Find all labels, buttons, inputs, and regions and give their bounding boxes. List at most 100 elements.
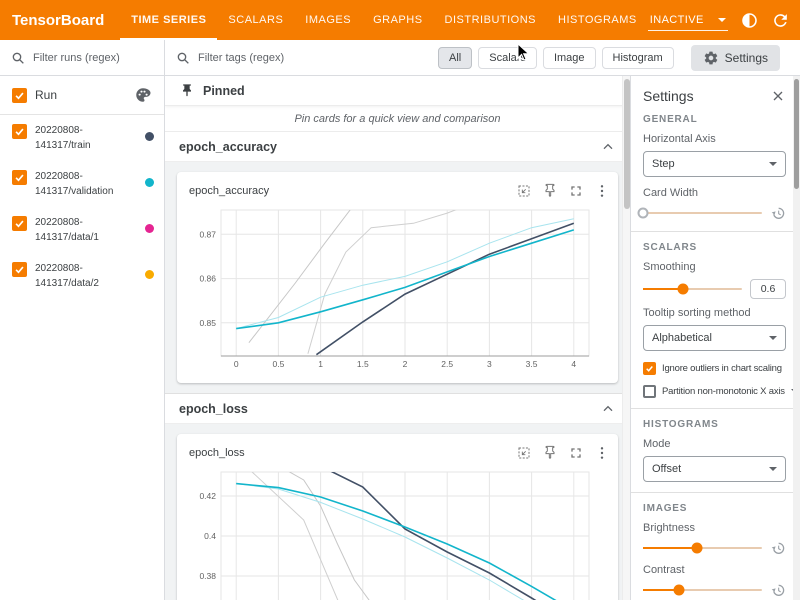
search-icon — [10, 50, 26, 66]
smoothing-value-input[interactable]: 0.6 — [750, 279, 786, 299]
chevron-down-icon — [769, 162, 777, 166]
settings-scalars-heading: SCALARS — [643, 242, 786, 253]
contrast-slider[interactable] — [643, 583, 762, 597]
horizontal-axis-select[interactable]: Step — [643, 151, 786, 177]
card-title: epoch_accuracy — [185, 185, 269, 197]
partition-x-axis-label: Partition non-monotonic X axis — [662, 386, 785, 397]
card-title: epoch_loss — [185, 447, 245, 459]
partition-x-axis-row[interactable]: Partition non-monotonic X axis — [643, 384, 786, 398]
settings-scrollbar[interactable] — [793, 76, 800, 600]
card-width-label: Card Width — [643, 187, 786, 199]
settings-histograms-heading: HISTOGRAMS — [643, 419, 786, 430]
svg-text:4: 4 — [571, 359, 576, 369]
scalar-card-epoch-loss: epoch_loss — [177, 434, 618, 600]
close-icon[interactable] — [770, 88, 786, 104]
histogram-mode-select[interactable]: Offset — [643, 456, 786, 482]
pin-outline-icon[interactable] — [542, 183, 558, 199]
chevron-up-icon[interactable] — [600, 139, 616, 155]
pin-outline-icon[interactable] — [542, 445, 558, 461]
svg-text:3.5: 3.5 — [526, 359, 538, 369]
scalar-card-epoch-accuracy: epoch_accuracy — [177, 172, 618, 383]
gear-icon — [703, 50, 719, 66]
pinned-title: Pinned — [203, 84, 245, 98]
svg-text:0.86: 0.86 — [199, 274, 216, 284]
run-color-dot — [145, 270, 154, 279]
section-header-epoch-accuracy[interactable]: epoch_accuracy — [165, 132, 630, 162]
select-all-checkbox[interactable] — [12, 88, 27, 103]
chip-histogram[interactable]: Histogram — [602, 47, 674, 69]
palette-icon[interactable] — [134, 86, 152, 104]
settings-panel: Settings GENERAL Horizontal Axis Step Ca… — [630, 76, 800, 600]
card-header: epoch_accuracy — [185, 178, 610, 204]
section-body-epoch-loss: epoch_loss — [165, 424, 630, 600]
partition-x-axis-checkbox[interactable] — [643, 385, 656, 398]
runs-filter-placeholder: Filter runs (regex) — [33, 52, 120, 64]
reset-icon[interactable] — [770, 582, 786, 598]
fullscreen-icon[interactable] — [568, 445, 584, 461]
brightness-label: Brightness — [643, 522, 786, 534]
line-chart-epoch-loss[interactable]: 00.511.522.533.540.360.380.40.42 — [185, 466, 601, 600]
pin-icon — [179, 83, 195, 99]
tab-scalars[interactable]: SCALARS — [217, 0, 294, 40]
histogram-mode-value: Offset — [652, 463, 681, 475]
run-row-train[interactable]: 20220808-141317/train — [0, 115, 164, 161]
smoothing-label: Smoothing — [643, 261, 786, 273]
runs-sidebar: Run 20220808-141317/train 20220808-14131… — [0, 76, 165, 600]
refresh-icon[interactable] — [771, 11, 790, 30]
section-body-epoch-accuracy: epoch_accuracy — [165, 162, 630, 394]
svg-text:1.5: 1.5 — [357, 359, 369, 369]
histogram-mode-label: Mode — [643, 438, 786, 450]
ignore-outliers-row[interactable]: Ignore outliers in chart scaling — [643, 361, 786, 375]
tab-images[interactable]: IMAGES — [294, 0, 362, 40]
fit-to-domain-icon[interactable] — [516, 183, 532, 199]
tab-graphs[interactable]: GRAPHS — [362, 0, 433, 40]
runs-select-all-row[interactable]: Run — [0, 76, 164, 115]
svg-text:0.4: 0.4 — [204, 531, 216, 541]
tags-filter-placeholder: Filter tags (regex) — [198, 52, 284, 64]
chip-scalars[interactable]: Scalars — [478, 47, 537, 69]
tab-histograms[interactable]: HISTOGRAMS — [547, 0, 648, 40]
theme-toggle-icon[interactable] — [740, 11, 759, 30]
app-header: TensorBoard TIME SERIES SCALARS IMAGES G… — [0, 0, 800, 40]
more-options-icon[interactable] — [594, 445, 610, 461]
fullscreen-icon[interactable] — [568, 183, 584, 199]
reset-icon[interactable] — [770, 540, 786, 556]
ignore-outliers-checkbox[interactable] — [643, 362, 656, 375]
tab-distributions[interactable]: DISTRIBUTIONS — [434, 0, 547, 40]
run-row-validation[interactable]: 20220808-141317/validation — [0, 161, 164, 207]
run-color-dot — [145, 224, 154, 233]
line-chart-epoch-accuracy[interactable]: 00.511.522.533.540.850.860.87 — [185, 204, 601, 372]
run-checkbox[interactable] — [12, 216, 27, 231]
settings-button-label: Settings — [725, 51, 768, 65]
run-checkbox[interactable] — [12, 124, 27, 139]
reload-status-value: INACTIVE — [650, 14, 704, 26]
chip-all[interactable]: All — [438, 47, 472, 69]
svg-text:0.38: 0.38 — [199, 571, 216, 581]
chevron-down-icon — [769, 467, 777, 471]
main-scrollbar[interactable] — [622, 76, 630, 600]
svg-text:2.5: 2.5 — [441, 359, 453, 369]
svg-text:3: 3 — [487, 359, 492, 369]
run-name: 20220808-141317/validation — [35, 169, 137, 199]
settings-button[interactable]: Settings — [691, 45, 780, 71]
card-width-slider[interactable] — [643, 206, 762, 220]
more-options-icon[interactable] — [594, 183, 610, 199]
run-row-data-1[interactable]: 20220808-141317/data/1 — [0, 207, 164, 253]
runs-filter-input[interactable]: Filter runs (regex) — [0, 40, 165, 75]
card-actions — [516, 445, 610, 461]
tooltip-sorting-select[interactable]: Alphabetical — [643, 325, 786, 351]
reload-status-select[interactable]: INACTIVE — [648, 10, 728, 31]
chevron-up-icon[interactable] — [600, 401, 616, 417]
run-checkbox[interactable] — [12, 262, 27, 277]
pinned-empty-hint: Pin cards for a quick view and compariso… — [165, 106, 630, 132]
smoothing-slider[interactable] — [643, 282, 742, 296]
fit-to-domain-icon[interactable] — [516, 445, 532, 461]
chip-image[interactable]: Image — [543, 47, 596, 69]
reset-icon[interactable] — [770, 205, 786, 221]
brightness-slider[interactable] — [643, 541, 762, 555]
run-checkbox[interactable] — [12, 170, 27, 185]
section-header-epoch-loss[interactable]: epoch_loss — [165, 394, 630, 424]
run-row-data-2[interactable]: 20220808-141317/data/2 — [0, 253, 164, 299]
settings-scrollbar-thumb[interactable] — [794, 79, 799, 189]
tab-time-series[interactable]: TIME SERIES — [120, 0, 217, 40]
